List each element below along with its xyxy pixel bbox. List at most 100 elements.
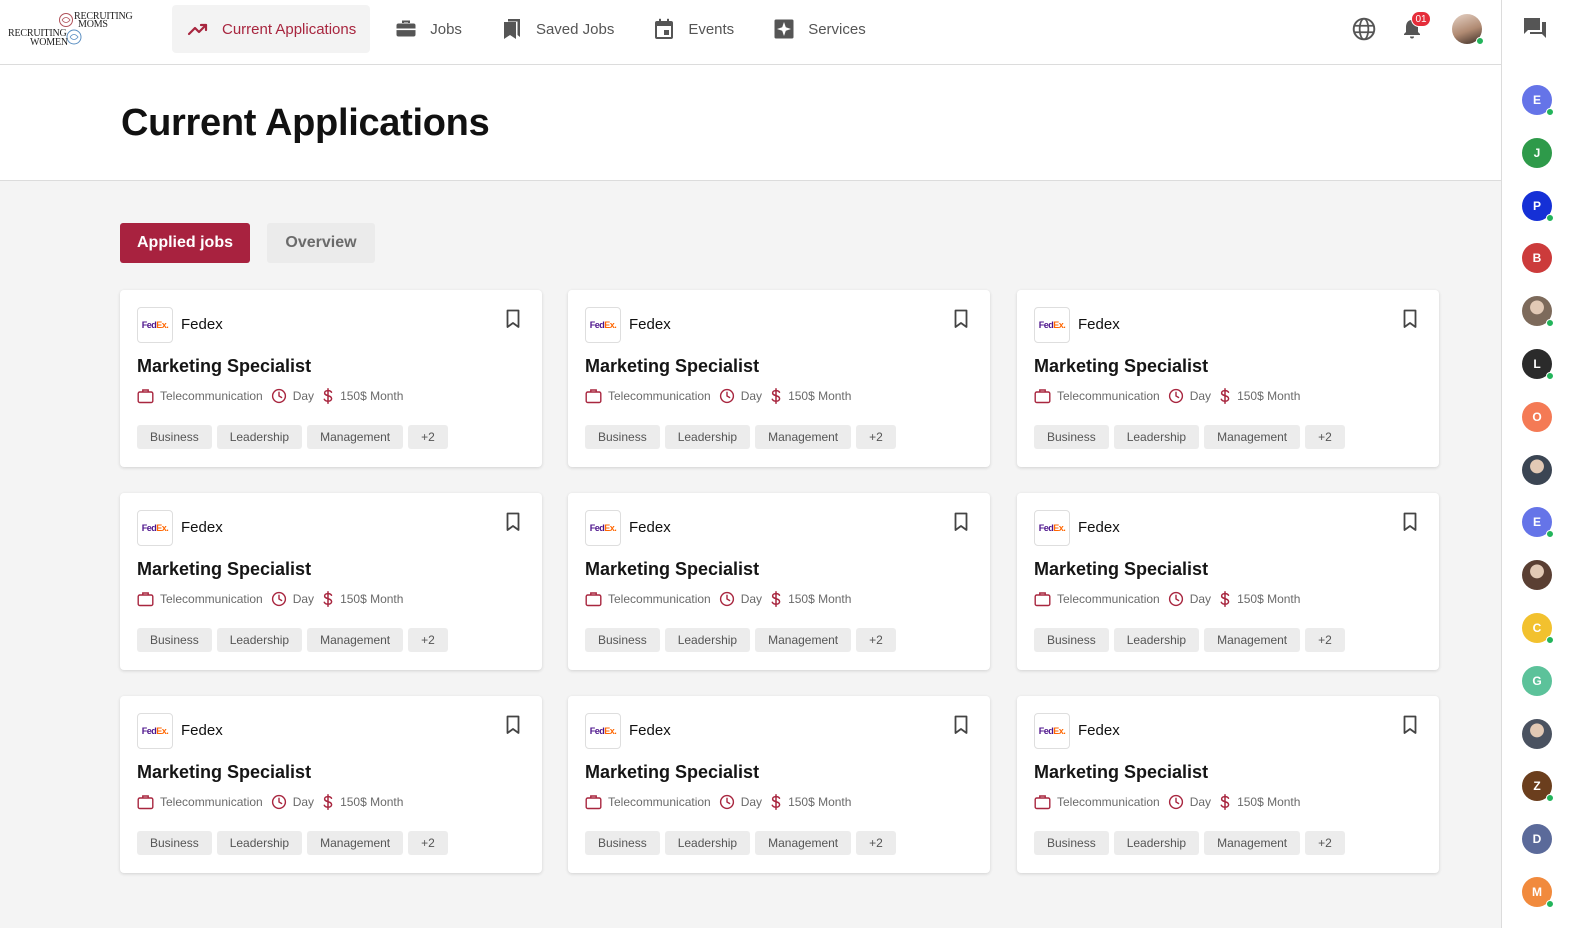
messages-button[interactable]: [1522, 16, 1548, 45]
skill-tag[interactable]: Management: [1204, 831, 1301, 855]
skill-tag[interactable]: Business: [137, 425, 212, 449]
skill-tag[interactable]: Management: [307, 628, 404, 652]
skill-tag[interactable]: Leadership: [1113, 831, 1200, 855]
clock-icon: [271, 591, 286, 607]
skill-tag[interactable]: +2: [408, 425, 448, 449]
bookmark-icon[interactable]: [504, 309, 522, 329]
page-header: Current Applications: [0, 65, 1501, 181]
contact-avatar[interactable]: L: [1522, 349, 1554, 380]
nav-current-applications[interactable]: Current Applications: [172, 5, 371, 53]
skill-tag[interactable]: Leadership: [664, 425, 751, 449]
job-card[interactable]: Fed Ex. Fedex Marketing Specialist Teleco…: [568, 290, 990, 467]
contact-avatar[interactable]: M: [1522, 877, 1554, 908]
company-logo: Fed Ex.: [585, 713, 621, 749]
industry-text: Telecommunication: [1057, 795, 1160, 809]
skill-tag[interactable]: Leadership: [664, 628, 751, 652]
bookmark-icon[interactable]: [952, 715, 970, 735]
bookmark-icon[interactable]: [952, 512, 970, 532]
nav-saved-jobs[interactable]: Saved Jobs: [486, 5, 628, 53]
contact-avatar[interactable]: E: [1522, 85, 1554, 116]
skill-tag[interactable]: +2: [1305, 831, 1345, 855]
skill-tag[interactable]: +2: [408, 831, 448, 855]
contact-avatar[interactable]: D: [1522, 824, 1552, 855]
contact-avatar[interactable]: E: [1522, 507, 1554, 539]
skill-tag[interactable]: Business: [585, 628, 660, 652]
job-card[interactable]: Fed Ex. Fedex Marketing Specialist Teleco…: [120, 493, 542, 670]
contact-avatar[interactable]: [1522, 296, 1554, 328]
job-card[interactable]: Fed Ex. Fedex Marketing Specialist Teleco…: [568, 696, 990, 873]
job-card[interactable]: Fed Ex. Fedex Marketing Specialist Teleco…: [1017, 493, 1439, 670]
skill-tag[interactable]: Business: [1034, 831, 1109, 855]
nav-jobs[interactable]: Jobs: [380, 5, 476, 53]
bookmark-icon[interactable]: [504, 512, 522, 532]
dollar-icon: [771, 591, 781, 607]
bookmark-icon[interactable]: [504, 715, 522, 735]
tab-overview[interactable]: Overview: [267, 223, 375, 263]
bookmark-icon[interactable]: [1401, 309, 1419, 329]
skill-tag[interactable]: Management: [755, 628, 852, 652]
company-logo: Fed Ex.: [1034, 510, 1070, 546]
skill-tag[interactable]: +2: [1305, 425, 1345, 449]
job-card[interactable]: Fed Ex. Fedex Marketing Specialist Teleco…: [1017, 696, 1439, 873]
skill-tag[interactable]: Leadership: [1113, 425, 1200, 449]
job-meta: Telecommunication Day 150$ Month: [137, 388, 411, 404]
briefcase-outline-icon: [585, 389, 602, 404]
bookmark-icon[interactable]: [952, 309, 970, 329]
salary-meta: 150$ Month: [770, 794, 851, 810]
skill-tag[interactable]: Leadership: [1113, 628, 1200, 652]
nav-services[interactable]: Services: [758, 5, 880, 53]
job-meta: Telecommunication Day 150$ Month: [1034, 794, 1308, 810]
skill-tag[interactable]: Management: [755, 425, 852, 449]
job-meta: Telecommunication Day 150$ Month: [1034, 591, 1308, 607]
skill-tag[interactable]: Business: [585, 425, 660, 449]
contact-avatar[interactable]: P: [1522, 190, 1554, 222]
skill-tag[interactable]: Leadership: [664, 831, 751, 855]
skill-tag[interactable]: Leadership: [216, 425, 303, 449]
industry-meta: Telecommunication: [1034, 388, 1160, 404]
company-logo: Fed Ex.: [585, 510, 621, 546]
skill-tag[interactable]: Management: [307, 425, 404, 449]
contact-avatar[interactable]: J: [1522, 137, 1552, 168]
skill-tag[interactable]: Business: [137, 831, 212, 855]
notification-count-badge: 01: [1411, 11, 1431, 27]
contact-avatar[interactable]: [1522, 560, 1552, 591]
skill-tag[interactable]: +2: [408, 628, 448, 652]
sparkle-icon: [774, 19, 794, 39]
skill-tag[interactable]: Leadership: [216, 628, 303, 652]
page-title: Current Applications: [121, 102, 490, 144]
skill-tag[interactable]: Business: [585, 831, 660, 855]
contact-avatar[interactable]: O: [1522, 401, 1552, 432]
skill-tag[interactable]: Management: [755, 831, 852, 855]
bookmark-icon[interactable]: [1401, 512, 1419, 532]
recruiting-moms-women-logo[interactable]: RECRUITING MOMS RECRUITING WOMEN: [8, 11, 133, 49]
job-card[interactable]: Fed Ex. Fedex Marketing Specialist Teleco…: [1017, 290, 1439, 467]
company-name: Fedex: [181, 722, 223, 739]
skill-tag[interactable]: Business: [137, 628, 212, 652]
skill-tag[interactable]: Leadership: [216, 831, 303, 855]
bookmark-icon[interactable]: [1401, 715, 1419, 735]
skill-tag[interactable]: +2: [856, 831, 896, 855]
skill-tag[interactable]: Management: [1204, 628, 1301, 652]
skill-tag[interactable]: Business: [1034, 425, 1109, 449]
notifications-button[interactable]: 01: [1395, 11, 1431, 46]
skill-tag[interactable]: Management: [1204, 425, 1301, 449]
skill-tag[interactable]: +2: [856, 425, 896, 449]
nav-events[interactable]: Events: [638, 5, 748, 53]
job-card[interactable]: Fed Ex. Fedex Marketing Specialist Teleco…: [568, 493, 990, 670]
contact-avatar[interactable]: G: [1522, 665, 1552, 696]
skill-tag[interactable]: Management: [307, 831, 404, 855]
job-card[interactable]: Fed Ex. Fedex Marketing Specialist Teleco…: [120, 696, 542, 873]
tab-applied-jobs[interactable]: Applied jobs: [120, 223, 250, 263]
language-button[interactable]: [1347, 12, 1381, 46]
skill-tag[interactable]: Business: [1034, 628, 1109, 652]
contact-avatar[interactable]: B: [1522, 243, 1552, 274]
contact-avatar[interactable]: Z: [1522, 771, 1554, 803]
job-card[interactable]: Fed Ex. Fedex Marketing Specialist Teleco…: [120, 290, 542, 467]
skill-tag[interactable]: +2: [856, 628, 896, 652]
skill-tags: Business Leadership Management +2: [585, 425, 901, 449]
contact-avatar[interactable]: [1522, 718, 1552, 749]
contact-avatar[interactable]: C: [1522, 613, 1554, 644]
skill-tag[interactable]: +2: [1305, 628, 1345, 652]
user-avatar[interactable]: [1452, 14, 1484, 45]
contact-avatar[interactable]: [1522, 454, 1552, 485]
